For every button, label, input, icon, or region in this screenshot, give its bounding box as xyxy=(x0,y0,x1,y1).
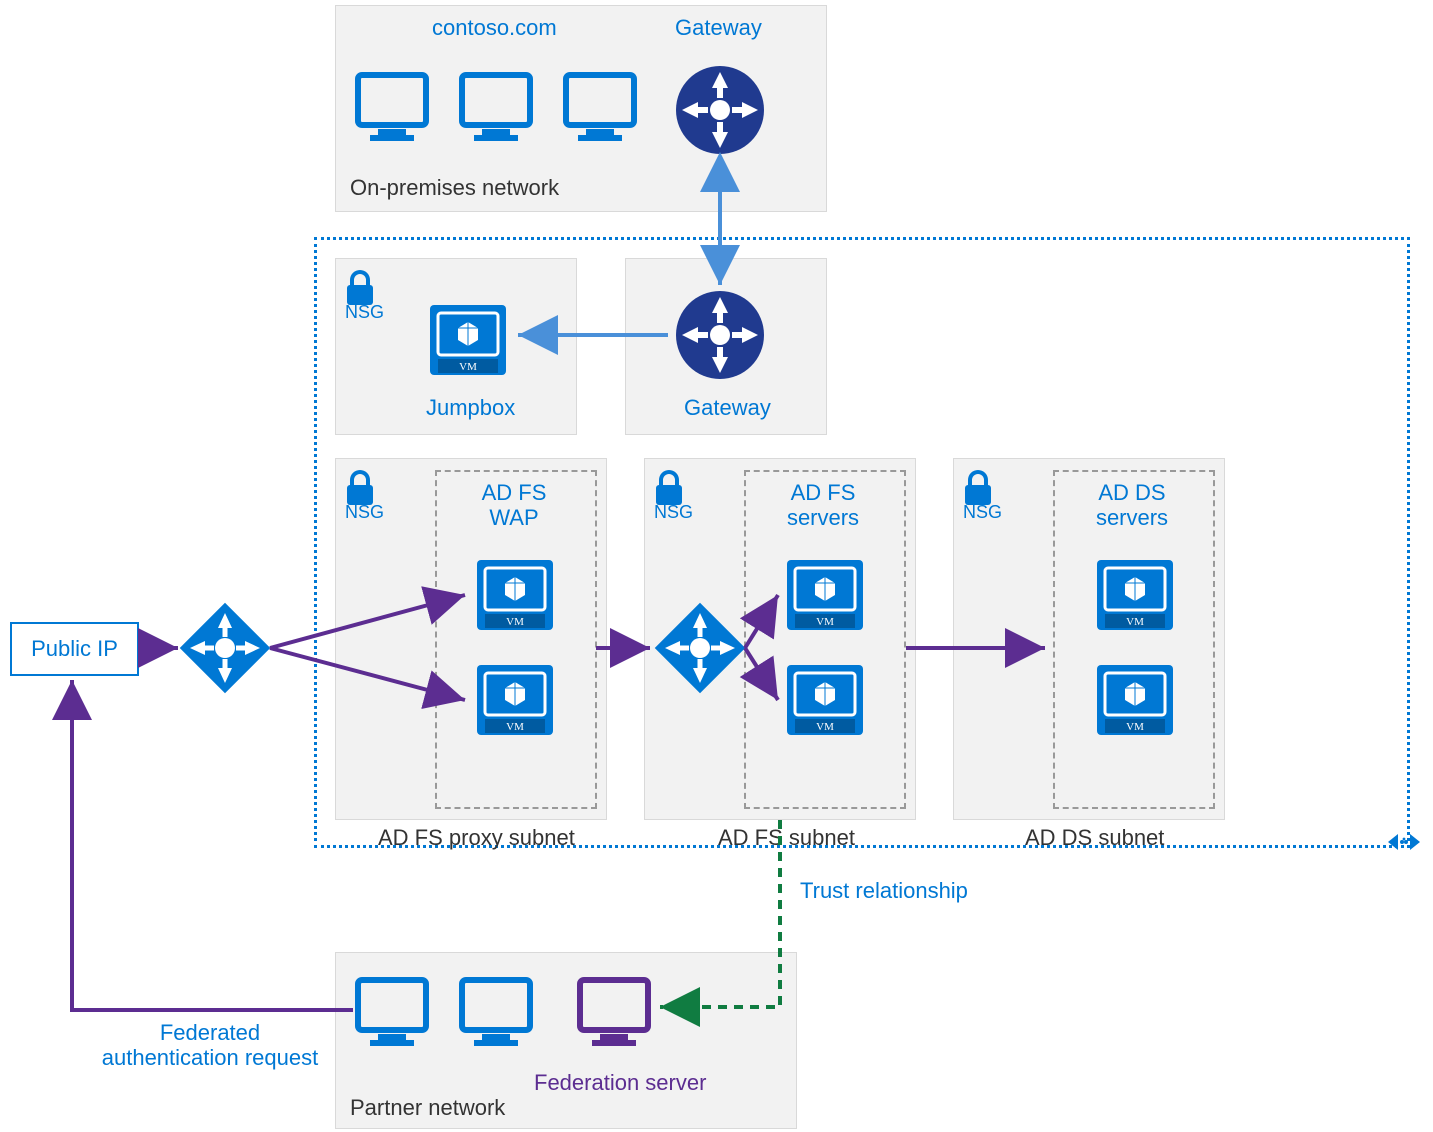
wap-subnet-label: AD FS proxy subnet xyxy=(378,825,575,851)
wap-title: AD FS WAP xyxy=(435,480,593,531)
vnet-gateway-label: Gateway xyxy=(684,395,771,421)
partner-label: Partner network xyxy=(350,1095,505,1121)
jumpbox-nsg-label: NSG xyxy=(345,302,384,323)
jumpbox-label: Jumpbox xyxy=(426,395,515,421)
onprem-domain-label: contoso.com xyxy=(432,15,557,41)
adds-nsg-label: NSG xyxy=(963,502,1002,523)
adfs-subnet-label: AD FS subnet xyxy=(718,825,855,851)
adds-title: AD DS servers xyxy=(1053,480,1211,531)
adfs-nsg-label: NSG xyxy=(654,502,693,523)
federation-server-label: Federation server xyxy=(534,1070,694,1095)
federated-auth-label: Federated authentication request xyxy=(90,1020,330,1071)
public-ip-label: Public IP xyxy=(31,636,118,662)
trust-relationship-label: Trust relationship xyxy=(800,878,968,904)
onprem-title: On-premises network xyxy=(350,175,559,201)
public-ip-box: Public IP xyxy=(10,622,139,676)
load-balancer-icon xyxy=(180,603,271,694)
onprem-gateway-label: Gateway xyxy=(675,15,762,41)
adds-subnet-label: AD DS subnet xyxy=(1025,825,1164,851)
adfs-title: AD FS servers xyxy=(744,480,902,531)
wap-nsg-label: NSG xyxy=(345,502,384,523)
federated-auth-arrow xyxy=(72,680,353,1010)
